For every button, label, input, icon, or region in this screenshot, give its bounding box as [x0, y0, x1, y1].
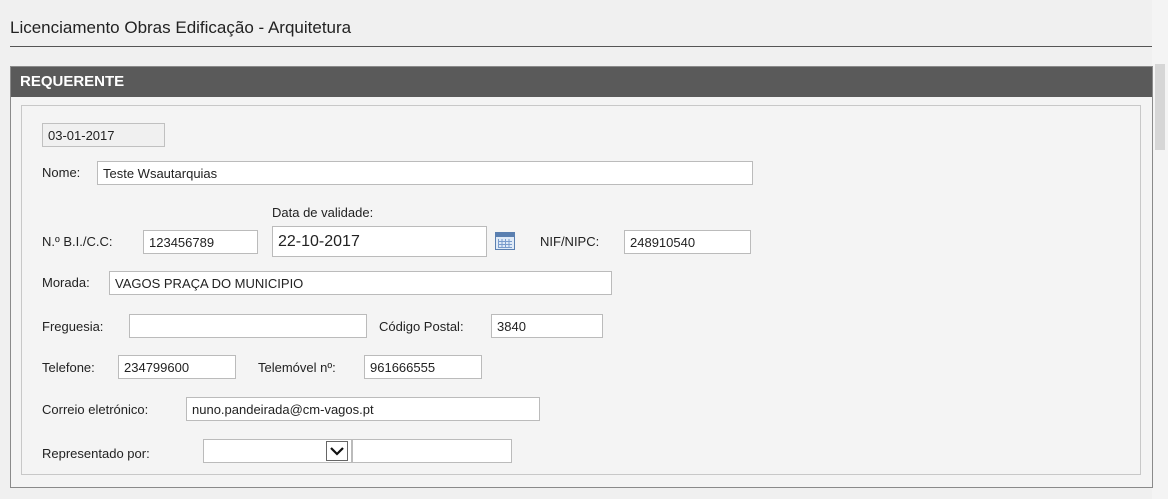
validade-label: Data de validade:	[272, 205, 374, 220]
representado-text-field[interactable]	[352, 439, 512, 463]
freguesia-label: Freguesia:	[42, 319, 104, 334]
email-field[interactable]	[186, 397, 540, 421]
nome-label: Nome:	[42, 165, 81, 180]
email-label: Correio eletrónico:	[42, 402, 149, 417]
telefone-field[interactable]	[118, 355, 236, 379]
calendar-icon[interactable]	[495, 232, 515, 250]
date-field	[42, 123, 165, 147]
section-header: REQUERENTE	[11, 67, 1152, 97]
representado-select[interactable]	[203, 439, 352, 463]
bi-label: N.º B.I./C.C:	[42, 234, 113, 249]
page-title: Licenciamento Obras Edificação - Arquite…	[10, 18, 1153, 47]
telefone-label: Telefone:	[42, 360, 95, 375]
freguesia-field[interactable]	[129, 314, 367, 338]
nif-field[interactable]	[624, 230, 751, 254]
telemovel-label: Telemóvel nº:	[258, 360, 336, 375]
telemovel-field[interactable]	[364, 355, 482, 379]
representado-label: Representado por:	[42, 446, 150, 461]
codigo-postal-label: Código Postal:	[379, 319, 464, 334]
morada-field[interactable]	[109, 271, 612, 295]
requerente-form: Nome: Data de validade: N.º B.I./C.C: NI…	[21, 105, 1141, 475]
scrollbar[interactable]	[1152, 0, 1168, 499]
nome-field[interactable]	[97, 161, 753, 185]
bi-field[interactable]	[143, 230, 258, 254]
chevron-down-icon[interactable]	[326, 441, 348, 461]
validade-field[interactable]	[272, 226, 487, 257]
morada-label: Morada:	[42, 275, 90, 290]
requerente-section: REQUERENTE Nome: Data de validade: N.º B…	[10, 66, 1153, 488]
scrollbar-thumb[interactable]	[1155, 64, 1165, 150]
nif-label: NIF/NIPC:	[540, 234, 600, 249]
codigo-postal-field[interactable]	[491, 314, 603, 338]
